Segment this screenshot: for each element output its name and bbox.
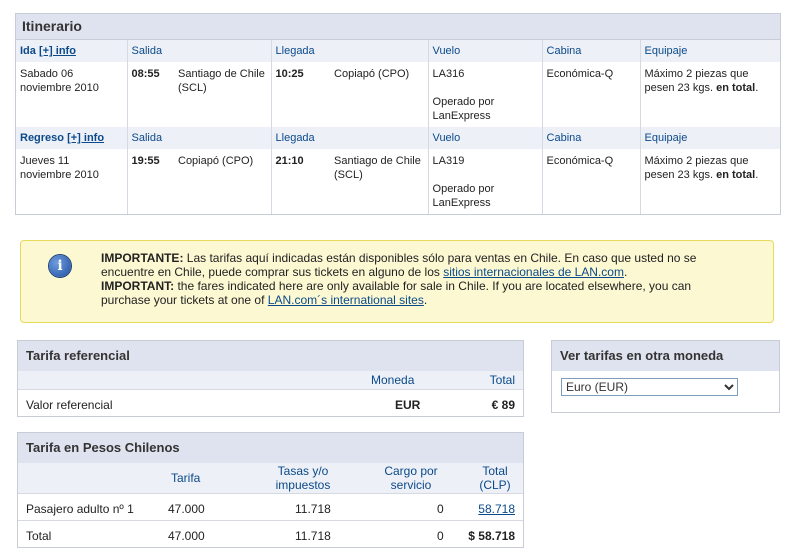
return-baggage-bold: en total — [716, 169, 756, 181]
header-llegada: Llegada — [270, 40, 429, 62]
passenger-total-link[interactable]: 58.718 — [478, 502, 515, 516]
header-cabina: Cabina — [541, 127, 641, 149]
international-sites-link-en[interactable]: LAN.com´s international sites — [268, 293, 424, 307]
total-taxes: 11.718 — [295, 529, 331, 543]
outbound-date: Sabado 06 noviembre 2010 — [20, 68, 99, 94]
international-sites-link-es[interactable]: sitios internacionales de LAN.com — [443, 265, 624, 279]
important-notice: i IMPORTANTE: Las tarifas aquí indicadas… — [20, 240, 774, 323]
outbound-row: Sabado 06 noviembre 2010 08:55 Santiago … — [16, 62, 781, 127]
other-currency-title: Ver tarifas en otra moneda — [552, 341, 779, 371]
return-info-link[interactable]: [+] info — [67, 132, 104, 144]
col-total: Total — [489, 373, 515, 387]
clp-fare-panel: Tarifa en Pesos Chilenos Tarifa Tasas y/… — [17, 432, 524, 548]
clp-fare-header: Tarifa Tasas y/o impuestos Cargo por ser… — [18, 463, 523, 493]
info-icon: i — [49, 255, 71, 277]
reference-total: € 89 — [491, 398, 515, 412]
return-header-row: Regreso [+] info Salida Llegada Vuelo Ca… — [16, 127, 781, 149]
col-total-clp: Total (CLP) — [479, 464, 511, 492]
col-fare: Tarifa — [171, 471, 201, 485]
outbound-baggage: Máximo 2 piezas que pesen 23 kgs. en tot… — [639, 62, 781, 127]
passenger-service: 0 — [437, 502, 444, 516]
notice-en-end: . — [423, 293, 428, 307]
notice-es-bold: IMPORTANTE: — [101, 251, 184, 265]
return-row: Jueves 11 noviembre 2010 19:55 Copiapó (… — [16, 149, 781, 214]
other-currency-panel: Ver tarifas en otra moneda Euro (EUR) — [551, 340, 780, 413]
return-operated: Operado por LanExpress — [432, 183, 495, 209]
reference-fare-row: Valor referencial EUR € 89 — [18, 389, 523, 416]
itinerary-table: Ida [+] info Salida Llegada Vuelo Cabina… — [16, 40, 781, 214]
return-label: Regreso — [20, 132, 65, 144]
return-dep-time: 19:55 — [126, 149, 174, 214]
reference-currency: EUR — [395, 398, 421, 412]
col-service: Cargo por servicio — [384, 464, 438, 492]
col-taxes: Tasas y/o impuestos — [275, 464, 331, 492]
header-salida: Salida — [126, 127, 272, 149]
clp-row-total: Total 47.000 11.718 0 $ 58.718 — [18, 520, 523, 547]
header-vuelo: Vuelo — [427, 127, 543, 149]
outbound-operated: Operado por LanExpress — [432, 96, 495, 122]
reference-fare-panel: Tarifa referencial Moneda Total Valor re… — [17, 340, 524, 417]
col-currency: Moneda — [371, 373, 415, 387]
notice-en-bold: IMPORTANT: — [101, 279, 175, 293]
outbound-flight-cell: LA316 Operado por LanExpress — [427, 62, 543, 127]
reference-label: Valor referencial — [26, 398, 113, 412]
notice-text: IMPORTANTE: Las tarifas aquí indicadas e… — [101, 251, 741, 307]
passenger-fare: 47.000 — [168, 502, 205, 516]
currency-select[interactable]: Euro (EUR) — [561, 378, 738, 396]
total-service: 0 — [437, 529, 444, 543]
return-flight-cell: LA319 Operado por LanExpress — [427, 149, 543, 214]
return-baggage-end: . — [755, 169, 759, 181]
header-salida: Salida — [126, 40, 272, 62]
outbound-flight: LA316 — [432, 68, 465, 80]
itinerary-title: Itinerario — [16, 14, 780, 40]
outbound-arr-place: Copiapó (CPO) — [334, 68, 410, 80]
header-vuelo: Vuelo — [427, 40, 543, 62]
total-fare: 47.000 — [168, 529, 205, 543]
outbound-baggage-bold: en total — [716, 82, 756, 94]
header-cabina: Cabina — [541, 40, 641, 62]
outbound-baggage-end: . — [755, 82, 759, 94]
passenger-label: Pasajero adulto nº 1 — [26, 502, 134, 516]
return-arr-place: Santiago de Chile (SCL) — [334, 155, 421, 181]
passenger-taxes: 11.718 — [295, 502, 331, 516]
total-label: Total — [26, 529, 52, 543]
reference-fare-header: Moneda Total — [18, 371, 523, 389]
outbound-cabin: Económica-Q — [541, 62, 641, 127]
reference-fare-title: Tarifa referencial — [18, 341, 523, 371]
clp-row-passenger: Pasajero adulto nº 1 47.000 11.718 0 58.… — [18, 493, 523, 520]
notice-es-end: . — [623, 265, 628, 279]
outbound-arr-time: 10:25 — [270, 62, 331, 127]
return-label-cell: Regreso [+] info — [16, 127, 127, 149]
header-llegada: Llegada — [270, 127, 429, 149]
return-dep-place: Copiapó (CPO) — [178, 155, 254, 167]
outbound-header-row: Ida [+] info Salida Llegada Vuelo Cabina… — [16, 40, 781, 62]
return-date: Jueves 11 noviembre 2010 — [20, 155, 99, 181]
clp-fare-title: Tarifa en Pesos Chilenos — [18, 433, 523, 463]
return-cabin: Económica-Q — [541, 149, 641, 214]
itinerary-panel: Itinerario Ida [+] info Salida Llegada V… — [15, 13, 781, 215]
outbound-info-link[interactable]: [+] info — [39, 45, 76, 57]
outbound-dep-place: Santiago de Chile (SCL) — [178, 68, 265, 94]
return-arr-time: 21:10 — [270, 149, 331, 214]
return-flight: LA319 — [432, 155, 465, 167]
outbound-label-cell: Ida [+] info — [16, 40, 127, 62]
return-baggage: Máximo 2 piezas que pesen 23 kgs. en tot… — [639, 149, 781, 214]
header-equipaje: Equipaje — [639, 127, 781, 149]
outbound-label: Ida — [20, 45, 36, 57]
outbound-dep-time: 08:55 — [126, 62, 174, 127]
grand-total: $ 58.718 — [468, 529, 515, 543]
header-equipaje: Equipaje — [639, 40, 781, 62]
